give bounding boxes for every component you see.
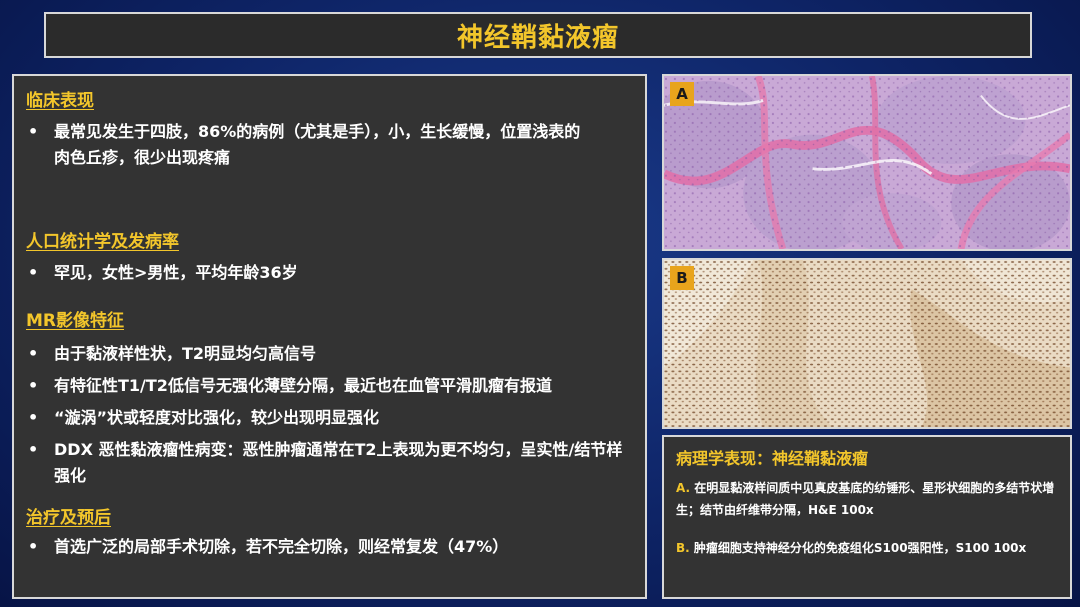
pathology-text-b: 肿瘤细胞支持神经分化的免疫组化S100强阳性，S100 100x [693, 541, 1027, 555]
list-item: 有特征性T1/T2低信号无强化薄壁分隔，最近也在血管平滑肌瘤有报道 [26, 373, 633, 399]
pathology-item-a: A. 在明显黏液样间质中见真皮基底的纺锤形、星形状细胞的多结节状增生；结节由纤维… [676, 477, 1058, 521]
list-item: “漩涡”状或轻度对比强化，较少出现明显强化 [26, 405, 633, 431]
he-stain-image [664, 76, 1070, 249]
demographics-bullets: 罕见，女性>男性，平均年龄36岁 [26, 260, 633, 286]
treatment-bullets: 首选广泛的局部手术切除，若不完全切除，则经常复发（47%） [26, 534, 633, 560]
section-heading-mr: MR影像特征 [26, 311, 125, 331]
section-heading-demographics: 人口统计学及发病率 [26, 232, 179, 252]
s100-stain-image [664, 260, 1070, 427]
list-item: 由于黏液样性状，T2明显均匀高信号 [26, 341, 633, 367]
pathology-item-b: B. 肿瘤细胞支持神经分化的免疫组化S100强阳性，S100 100x [676, 537, 1058, 559]
histology-image-s100: B [662, 258, 1072, 429]
pathology-text-a: 在明显黏液样间质中见真皮基底的纺锤形、星形状细胞的多结节状增生；结节由纤维带分隔… [676, 481, 1055, 517]
pathology-label-a: A. [676, 481, 691, 495]
pathology-label-b: B. [676, 541, 690, 555]
list-item: 罕见，女性>男性，平均年龄36岁 [26, 260, 633, 286]
list-item: 最常见发生于四肢，86%的病例（尤其是手），小，生长缓慢，位置浅表的肉色丘疹，很… [26, 119, 593, 171]
image-label-a: A [670, 82, 694, 106]
pathology-panel: 病理学表现：神经鞘黏液瘤 A. 在明显黏液样间质中见真皮基底的纺锤形、星形状细胞… [662, 435, 1072, 599]
pathology-title: 病理学表现：神经鞘黏液瘤 [676, 449, 869, 468]
slide-title: 神经鞘黏液瘤 [456, 22, 619, 53]
section-heading-treatment: 治疗及预后 [26, 508, 111, 528]
list-item: 首选广泛的局部手术切除，若不完全切除，则经常复发（47%） [26, 534, 633, 560]
list-item: DDX 恶性黏液瘤性病变：恶性肿瘤通常在T2上表现为更不均匀，呈实性/结节样强化 [26, 437, 633, 489]
clinical-info-panel: 临床表现 最常见发生于四肢，86%的病例（尤其是手），小，生长缓慢，位置浅表的肉… [12, 74, 647, 599]
histology-image-he: A [662, 74, 1072, 251]
slide-title-bar: 神经鞘黏液瘤 [44, 12, 1032, 58]
clinical-bullets: 最常见发生于四肢，86%的病例（尤其是手），小，生长缓慢，位置浅表的肉色丘疹，很… [26, 119, 633, 171]
mr-bullets: 由于黏液样性状，T2明显均匀高信号 有特征性T1/T2低信号无强化薄壁分隔，最近… [26, 341, 633, 489]
image-label-b: B [670, 266, 694, 290]
section-heading-clinical: 临床表现 [26, 91, 94, 111]
